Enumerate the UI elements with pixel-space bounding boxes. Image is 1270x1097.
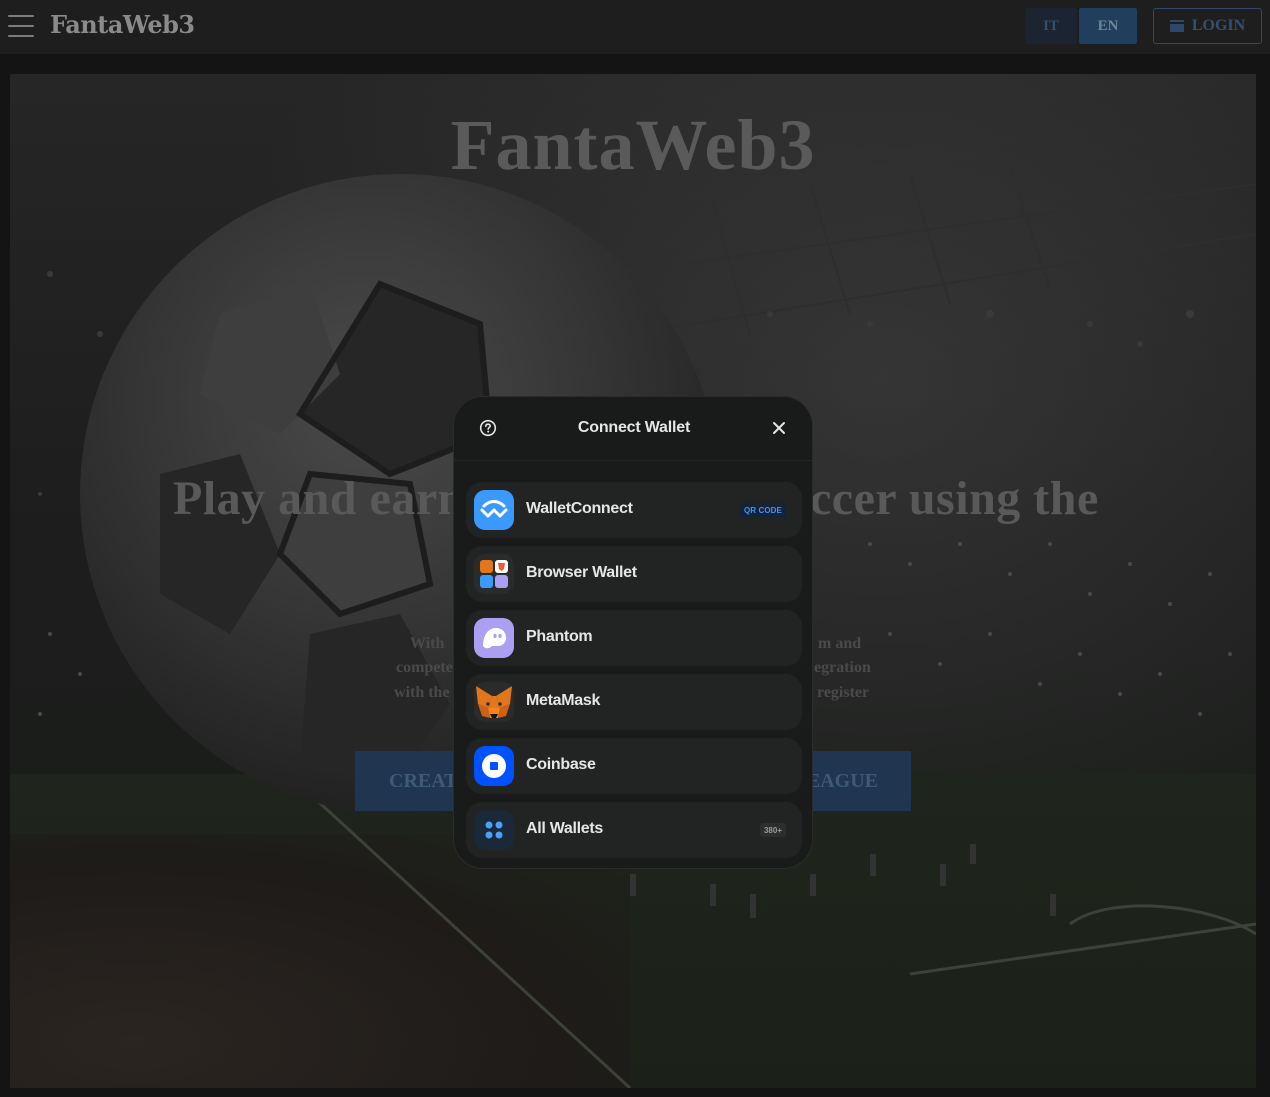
desc-line-3-right: register (817, 684, 870, 701)
desc-line-3-left: with the (394, 684, 450, 701)
wallet-count-badge: 380+ (759, 823, 786, 837)
login-label: LOGIN (1191, 17, 1246, 34)
wallet-name: Phantom (526, 628, 593, 645)
language-en-button[interactable]: EN (1079, 8, 1137, 44)
brand-logo[interactable]: FantaWeb3 (50, 10, 195, 39)
modal-header: Connect Wallet (454, 397, 812, 461)
walletconnect-icon (474, 490, 514, 530)
wallet-name: All Wallets (526, 820, 604, 837)
connect-wallet-modal: Connect Wallet WalletConnect QR CODE Bro (453, 396, 813, 869)
wallet-name: Coinbase (526, 756, 596, 773)
modal-title: Connect Wallet (577, 419, 691, 436)
headline-right: ccer using the (810, 472, 1099, 525)
top-navbar: FantaWeb3 IT EN LOGIN (0, 0, 1270, 54)
desc-line-2-right: egration (814, 659, 871, 676)
menu-icon[interactable] (8, 15, 34, 37)
close-icon[interactable] (772, 421, 786, 435)
wallet-option-coinbase[interactable]: Coinbase (466, 738, 802, 794)
metamask-icon (474, 682, 514, 722)
qr-code-badge: QR CODE (739, 503, 786, 517)
headline-left: Play and earn (173, 472, 465, 525)
wallet-option-all-wallets[interactable]: All Wallets 380+ (466, 802, 802, 858)
grid-icon (474, 810, 514, 850)
wallet-option-phantom[interactable]: Phantom (466, 610, 802, 666)
login-button[interactable]: LOGIN (1153, 8, 1262, 44)
desc-line-2-left: compete (396, 659, 453, 676)
language-it-button[interactable]: IT (1025, 8, 1077, 44)
desc-line-1-right: m and (818, 635, 862, 652)
wallet-name: Browser Wallet (526, 564, 637, 581)
wallet-option-walletconnect[interactable]: WalletConnect QR CODE (466, 482, 802, 538)
phantom-icon (474, 618, 514, 658)
desc-line-1-left: With (410, 635, 445, 652)
hero-title: FantaWeb3 (450, 105, 816, 185)
wallet-name: WalletConnect (526, 500, 633, 517)
wallet-icon (1169, 20, 1184, 32)
wallet-option-metamask[interactable]: MetaMask (466, 674, 802, 730)
wallet-name: MetaMask (526, 692, 601, 709)
wallet-option-browser-wallet[interactable]: Browser Wallet (466, 546, 802, 602)
coinbase-icon (474, 746, 514, 786)
browser-wallet-icon (474, 554, 514, 594)
